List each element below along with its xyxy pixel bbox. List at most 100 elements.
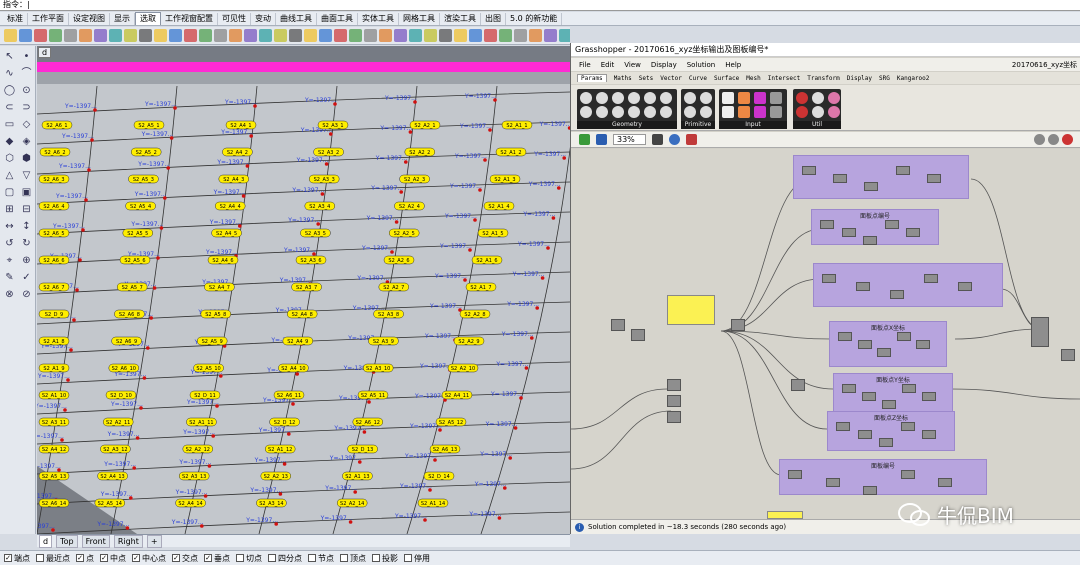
gh-component[interactable] [791,379,805,391]
osnap-checkbox[interactable] [404,554,412,562]
toolbar-tool-icon[interactable] [4,29,17,42]
gh-menu-item[interactable]: Help [725,61,741,69]
component-icon[interactable] [596,106,608,118]
gh-component[interactable] [922,392,936,401]
zoom-extents-icon[interactable] [651,134,663,145]
osnap-checkbox[interactable]: ✓ [172,554,180,562]
toolbar-tool-icon[interactable] [559,29,570,42]
left-tool-icon[interactable]: ▽ [19,168,34,183]
left-tool-icon[interactable]: ↺ [2,236,17,251]
osnap-checkbox[interactable]: ✓ [100,554,108,562]
gh-component[interactable] [788,470,802,479]
toolbar-tool-icon[interactable] [484,29,497,42]
menu-tab[interactable]: 曲面工具 [317,12,358,25]
component-icon[interactable] [660,106,672,118]
gh-menu-item[interactable]: File [579,61,591,69]
gh-component[interactable] [857,430,872,439]
toolbar-tool-icon[interactable] [304,29,317,42]
left-tool-icon[interactable]: ◈ [19,134,34,149]
toolbar-tool-icon[interactable] [349,29,362,42]
left-tool-icon[interactable]: ↻ [19,236,34,251]
gh-component[interactable] [864,182,879,191]
gh-tab[interactable]: Kangaroo2 [897,75,930,82]
left-tool-icon[interactable]: △ [2,168,17,183]
component-icon[interactable] [796,106,808,118]
gh-component[interactable] [895,166,910,175]
rhino-viewport[interactable]: Y=-1397... Y=-1397... Y=-1397... Y=-1397...… [37,46,570,534]
component-icon[interactable] [738,106,750,118]
toolbar-tool-icon[interactable] [499,29,512,42]
gh-component[interactable] [838,332,852,341]
left-tool-icon[interactable]: ✎ [2,270,17,285]
gh-component[interactable] [856,282,870,291]
osnap-checkbox[interactable]: ✓ [132,554,140,562]
gh-component[interactable] [833,174,848,183]
gh-component[interactable] [820,220,834,229]
gh-tab[interactable]: Display [847,75,872,82]
grasshopper-canvas[interactable]: 面板点编号 面板点X坐标 面板点Y坐标 面板点Z坐标 面板编号 [571,149,1080,519]
component-group[interactable]: 面板点编号 [811,209,939,245]
gh-component[interactable] [958,282,972,291]
gh-component[interactable] [1031,317,1049,347]
component-icon[interactable] [770,92,782,104]
gh-component[interactable] [926,174,941,183]
toolbar-tool-icon[interactable] [109,29,122,42]
gh-component[interactable] [863,486,878,495]
menu-tab[interactable]: 变动 [251,12,276,25]
left-tool-icon[interactable]: ↔ [2,219,17,234]
toolbar-tool-icon[interactable] [94,29,107,42]
gh-component[interactable] [862,392,876,401]
component-icon[interactable] [628,106,640,118]
osnap-9[interactable]: 节点 [308,553,334,564]
viewport-tab[interactable]: Front [81,534,110,548]
menu-tab[interactable]: 可见性 [218,12,251,25]
gh-component[interactable] [611,319,625,331]
toolbar-tool-icon[interactable] [139,29,152,42]
toolbar-tool-icon[interactable] [169,29,182,42]
gh-component[interactable] [882,400,896,409]
viewport-tab[interactable]: Top [56,534,78,548]
toolbar-tool-icon[interactable] [244,29,257,42]
gh-tab[interactable]: Surface [714,75,739,82]
component-icon[interactable] [828,92,840,104]
component-icon[interactable] [684,92,696,104]
component-icon[interactable] [684,106,696,118]
osnap-checkbox[interactable] [268,554,276,562]
gh-component[interactable] [863,236,878,245]
gh-component[interactable] [1061,349,1075,361]
component-icon[interactable] [722,106,734,118]
osnap-8[interactable]: 四分点 [268,553,302,564]
toolbar-tool-icon[interactable] [334,29,347,42]
gh-tab[interactable]: Maths [614,75,632,82]
left-tool-icon[interactable]: ⊙ [19,83,34,98]
component-group[interactable]: 面板编号 [779,459,987,495]
osnap-checkbox[interactable]: ✓ [204,554,212,562]
gh-tab[interactable]: SRG [879,75,890,82]
left-tool-icon[interactable]: ⬢ [19,151,34,166]
menu-tab[interactable]: 渲染工具 [440,12,481,25]
osnap-11[interactable]: 投影 [372,553,398,564]
menu-tab[interactable]: 工作视窗配置 [161,12,218,25]
data-panel[interactable] [667,295,715,325]
left-tool-icon[interactable]: ◯ [2,83,17,98]
toolbar-tool-icon[interactable] [289,29,302,42]
gh-component[interactable] [906,228,921,237]
viewport-tab[interactable]: d [39,534,53,548]
left-tool-icon[interactable]: ⊂ [2,100,17,115]
gh-component[interactable] [667,411,681,423]
osnap-7[interactable]: 切点 [236,553,262,564]
left-tool-icon[interactable]: ↖ [2,49,17,64]
left-tool-icon[interactable]: ⌒ [19,66,34,81]
toolbar-tool-icon[interactable] [124,29,137,42]
toolbar-tool-icon[interactable] [514,29,527,42]
component-icon[interactable] [722,92,734,104]
gh-component[interactable] [879,438,894,447]
menu-tab[interactable]: 出图 [481,12,506,25]
gh-menu-item[interactable]: View [624,61,641,69]
menu-tab[interactable]: 曲线工具 [276,12,317,25]
left-tool-icon[interactable]: ⊕ [19,253,34,268]
left-tool-icon[interactable]: ◇ [19,117,34,132]
osnap-checkbox[interactable]: ✓ [76,554,84,562]
gh-component[interactable] [916,340,931,349]
osnap-5[interactable]: ✓ 交点 [172,553,198,564]
